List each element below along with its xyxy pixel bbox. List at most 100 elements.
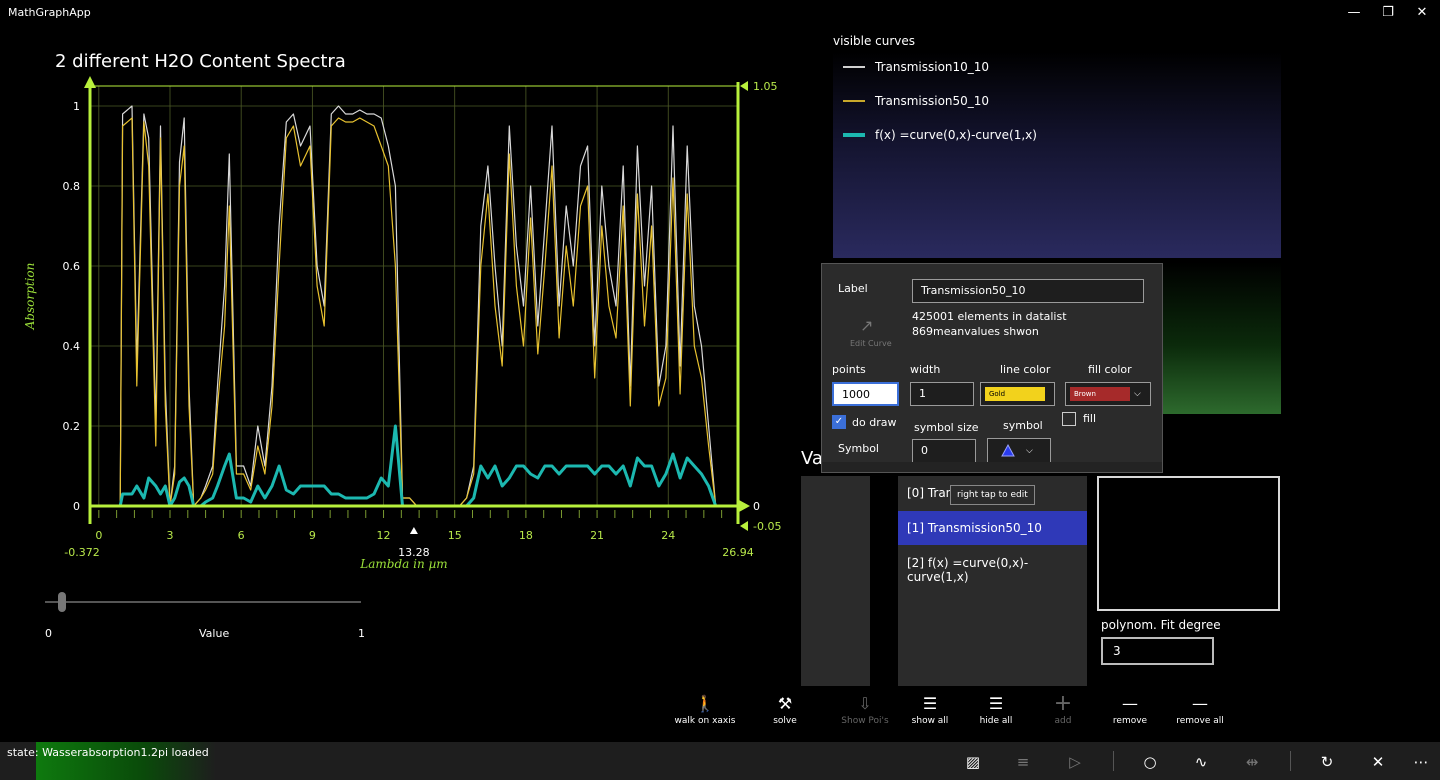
slider-label: Value	[199, 627, 230, 640]
y-tick-label: 0.2	[63, 420, 81, 433]
symbol-size-caption: symbol size	[914, 421, 979, 434]
color-preview-panel	[1162, 262, 1281, 414]
app-title: MathGraphApp	[8, 6, 91, 19]
values-list[interactable]	[801, 476, 870, 686]
separator	[1113, 751, 1114, 771]
fill-label: fill	[1083, 412, 1097, 425]
symbol-size-input[interactable]: 0	[912, 439, 976, 463]
x-tick-label: 15	[448, 529, 462, 542]
edit-arrow-icon[interactable]: ↗	[860, 316, 873, 335]
button-label: walk on xaxis	[674, 716, 736, 726]
button-label: show all	[911, 716, 949, 726]
solve-icon: ⚒	[777, 694, 793, 713]
close-button[interactable]: ✕	[1399, 2, 1440, 24]
list-icon: ☰	[988, 694, 1004, 713]
width-input[interactable]: 1	[910, 382, 974, 406]
close-icon[interactable]: ✕	[1363, 751, 1393, 773]
chart-image-icon[interactable]: ▨	[958, 751, 988, 773]
symbol-select[interactable]: ⌵	[987, 438, 1051, 463]
y-tick-label: 1	[73, 100, 80, 113]
x-axis-arrow	[739, 500, 750, 512]
more-icon[interactable]: ⋯	[1406, 751, 1436, 773]
series-line-1	[110, 117, 717, 507]
slider-min-label: 0	[45, 627, 52, 640]
legend-item-difference[interactable]: f(x) =curve(0,x)-curve(1,x)	[843, 128, 1037, 142]
line-color-select[interactable]: Gold	[980, 382, 1055, 406]
list-lines-icon[interactable]: ≡	[1008, 751, 1038, 773]
symbol-label: Symbol	[838, 442, 879, 455]
refresh-icon[interactable]: ↻	[1312, 751, 1342, 773]
chart-plot[interactable]: 0 0.2 0.4 0.6 0.8 1 0 3 6 9 12 15 18 21 24 -0.372 26.94 1…	[0, 70, 800, 580]
info-meanvalues: 869meanvalues shwon	[912, 325, 1039, 338]
walk-icon: 🚶	[695, 694, 715, 713]
show-all-button[interactable]: ☰ show all	[894, 694, 966, 726]
info-elements: 425001 elements in datalist	[912, 310, 1067, 323]
y-tick-label: 0	[73, 500, 80, 513]
remove-all-icon: —	[1192, 694, 1208, 713]
edit-curve-popup: Label Transmission50_10 425001 elements …	[821, 263, 1163, 473]
do-draw-checkbox[interactable]: ✓	[832, 415, 846, 429]
triangle-symbol-icon	[1001, 443, 1015, 456]
button-label: add	[1054, 716, 1072, 726]
list-item[interactable]: [2] f(x) =curve(0,x)-curve(1,x)	[898, 546, 1087, 584]
x-tick-label: 3	[167, 529, 174, 542]
legend-item-transmission50[interactable]: Transmission50_10	[843, 94, 989, 108]
remove-button[interactable]: — remove	[1094, 694, 1166, 726]
x-tick-label: 0	[95, 529, 102, 542]
label-input[interactable]: Transmission50_10	[912, 279, 1144, 303]
tooltip: right tap to edit	[950, 485, 1035, 505]
circle-icon[interactable]: ○	[1135, 751, 1165, 773]
visible-curves-title: visible curves	[833, 34, 916, 48]
play-icon[interactable]: ▷	[1060, 751, 1090, 773]
value-slider-track[interactable]	[45, 601, 361, 603]
poi-icon: ⇩	[858, 694, 872, 713]
slider-max-label: 1	[358, 627, 365, 640]
right-zero-label: 0	[753, 500, 760, 513]
status-bar	[0, 742, 1440, 780]
chart-title: 2 different H2O Content Spectra	[55, 51, 346, 72]
solve-button[interactable]: ⚒ solve	[749, 694, 821, 726]
popup-scrollbar[interactable]	[822, 462, 1162, 472]
legend-label: Transmission50_10	[875, 94, 990, 108]
fill-color-swatch: Brown	[1070, 387, 1130, 401]
list-item-selected[interactable]: [1] Transmission50_10	[898, 511, 1087, 545]
wave-icon[interactable]: ∿	[1186, 751, 1216, 773]
right-top-marker	[740, 81, 748, 91]
visible-curves-panel	[833, 52, 1281, 258]
hide-all-button[interactable]: ☰ hide all	[960, 694, 1032, 726]
chevron-down-icon: ⌵	[1026, 445, 1033, 456]
remove-all-button[interactable]: — remove all	[1164, 694, 1236, 726]
legend-item-transmission10[interactable]: Transmission10_10	[843, 60, 989, 74]
title-bar: MathGraphApp — ❐ ✕	[0, 0, 1440, 26]
y-axis-arrow	[84, 76, 96, 88]
legend-label: f(x) =curve(0,x)-curve(1,x)	[875, 128, 1037, 142]
x-tick-label: 24	[661, 529, 675, 542]
line-color-swatch: Gold	[985, 387, 1045, 401]
remove-icon: —	[1122, 694, 1138, 713]
label-caption: Label	[838, 282, 868, 295]
button-label: hide all	[979, 716, 1013, 726]
fill-checkbox[interactable]	[1062, 412, 1076, 426]
button-label: Show Poi's	[841, 716, 889, 726]
width-caption: width	[910, 363, 941, 376]
legend-swatch	[843, 100, 865, 102]
series-line-0	[110, 105, 717, 507]
walk-on-xaxis-button[interactable]: 🚶 walk on xaxis	[669, 694, 741, 726]
y-axis-label: Absorption	[23, 263, 37, 331]
value-slider-thumb[interactable]	[58, 592, 66, 612]
button-label: remove	[1112, 716, 1148, 726]
fit-degree-input[interactable]: 3	[1101, 637, 1214, 665]
add-icon: +	[1053, 691, 1073, 716]
add-button[interactable]: + add	[1027, 691, 1099, 727]
x-tick-label: 18	[519, 529, 533, 542]
show-pois-button[interactable]: ⇩ Show Poi's	[829, 694, 901, 726]
points-input[interactable]: 1000	[832, 382, 899, 406]
fill-color-select[interactable]: Brown ⌵	[1065, 382, 1151, 406]
chart-series	[110, 105, 718, 508]
link-icon[interactable]: ⇹	[1237, 751, 1267, 773]
x-tick-label: 6	[238, 529, 245, 542]
y-tick-label: 0.4	[63, 340, 81, 353]
x-axis-label: Lambda in µm	[359, 557, 447, 571]
curve-list[interactable]: [0] Trans [1] Transmission50_10 [2] f(x)…	[898, 476, 1087, 686]
fit-degree-label: polynom. Fit degree	[1101, 618, 1221, 632]
